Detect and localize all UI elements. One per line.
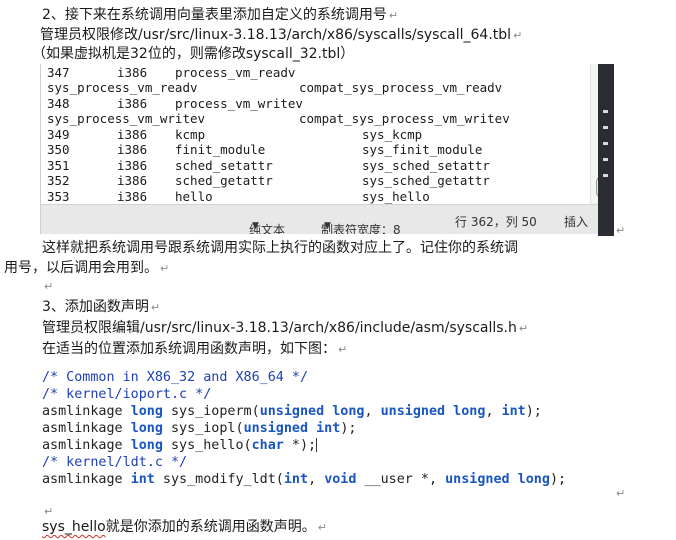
para1-line2: 用号，以后调用会用到。 ↵: [4, 260, 170, 276]
step3-title: 3、添加函数声明 ↵: [42, 299, 161, 315]
code-line: asmlinkage int sys_modify_ldt(int, void …: [42, 472, 567, 487]
code-line: asmlinkage long sys_iopl(unsigned int);: [42, 421, 357, 436]
paragraph-mark-icon: ↵: [44, 505, 54, 518]
code-line: asmlinkage long sys_ioperm(unsigned long…: [42, 404, 542, 419]
step2-path-text: 管理员权限修改/usr/src/linux-3.18.13/arch/x86/s…: [40, 27, 512, 43]
code-comment: /* kernel/ioport.c */: [42, 387, 212, 402]
paragraph-mark-icon: ↵: [616, 487, 626, 500]
para1-line1: 这样就把系统调用号跟系统调用实际上执行的函数对应上了。记住你的系统调: [42, 240, 518, 256]
step3-path: 管理员权限编辑/usr/src/linux-3.18.13/arch/x86/i…: [42, 320, 529, 336]
paragraph-mark-icon: ↵: [44, 280, 54, 293]
editor-text-area[interactable]: 347 i386 process_vm_readv sys_process_vm_r…: [41, 64, 613, 204]
step2-title-text: 2、接下来在系统调用向量表里添加自定义的系统调用号: [42, 7, 387, 23]
paragraph-mark-icon: ↵: [616, 224, 626, 237]
step2-path: 管理员权限修改/usr/src/linux-3.18.13/arch/x86/s…: [40, 26, 522, 45]
footer-text: sys_hello就是你添加的系统调用函数声明。 ↵: [42, 519, 327, 535]
paragraph-mark-icon: ↵: [388, 9, 399, 22]
text-cursor: [316, 438, 318, 452]
paragraph-mark-icon: ↵: [518, 322, 529, 335]
paragraph-mark-icon: ↵: [317, 521, 327, 534]
chevron-down-icon: ▼: [324, 221, 331, 231]
paragraph-mark-icon: ↵: [513, 29, 523, 42]
step2-title: 2、接下来在系统调用向量表里添加自定义的系统调用号 ↵: [42, 6, 398, 25]
insert-mode: 插入: [564, 215, 589, 229]
paragraph-mark-icon: ↵: [160, 262, 170, 275]
cursor-position: 行 362，列 50: [455, 215, 537, 229]
code-comment: /* kernel/ldt.c */: [42, 455, 188, 470]
step2-note-text: （如果虚拟机是32位的，则需修改syscall_32.tbl）: [32, 46, 355, 62]
editor-screenshot: 347 i386 process_vm_readv sys_process_vm_r…: [40, 64, 613, 234]
window-edge: [598, 64, 614, 236]
paragraph-mark-icon: ↵: [150, 301, 161, 314]
chevron-down-icon: ▼: [252, 221, 259, 231]
step3-instruction: 在适当的位置添加系统调用函数声明，如下图： ↵: [42, 341, 348, 357]
step2-note: （如果虚拟机是32位的，则需修改syscall_32.tbl）: [32, 45, 354, 63]
editor-statusbar: 纯文本 ▼ 制表符宽度：8 ▼ 行 362，列 50 插入: [41, 204, 613, 234]
paragraph-mark-icon: ↵: [338, 343, 348, 356]
code-line: asmlinkage long sys_hello(char *);: [42, 438, 318, 453]
sys-hello-name: sys_hello: [42, 519, 106, 535]
code-comment: /* Common in X86_32 and X86_64 */: [42, 370, 309, 385]
